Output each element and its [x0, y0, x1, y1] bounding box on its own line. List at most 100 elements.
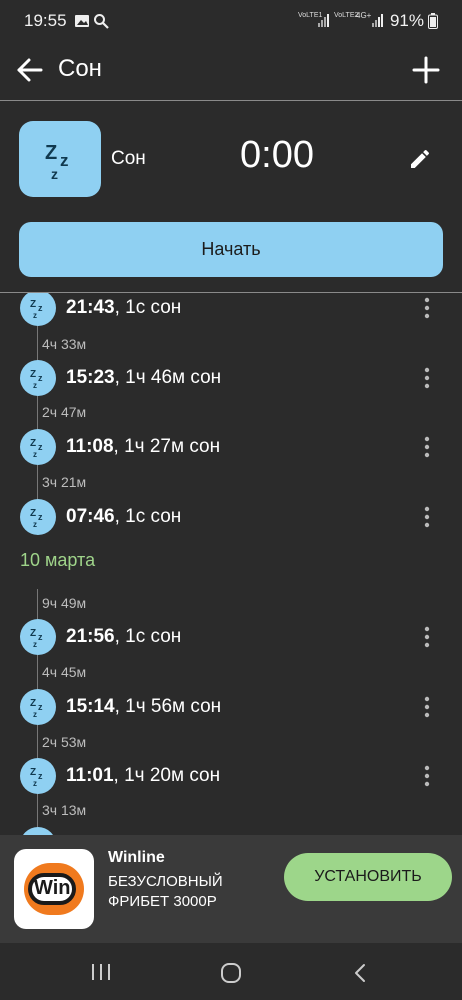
sleep-entry[interactable]: 15:14, 1ч 56м сон	[66, 696, 221, 718]
more-vert-icon[interactable]	[420, 696, 434, 718]
entry-time: 11:01	[66, 765, 114, 786]
svg-text:z: z	[38, 303, 43, 313]
more-vert-icon[interactable]	[420, 506, 434, 528]
ad-text: БЕЗУСЛОВНЫЙ ФРИБЕТ 3000Р	[108, 873, 223, 910]
entry-time: 21:43	[66, 297, 115, 318]
timer-display: 0:00	[240, 134, 314, 176]
entry-time: 15:14	[66, 696, 115, 717]
sleep-zzz-icon: Z z z	[30, 767, 43, 788]
svg-text:Z: Z	[30, 698, 36, 709]
gap-duration: 4ч 33м	[42, 336, 87, 352]
signal-icon	[372, 14, 383, 27]
header-divider	[0, 100, 462, 101]
activity-icon-card[interactable]: Z z z	[19, 121, 101, 197]
svg-text:z: z	[33, 381, 37, 390]
entry-duration: , 1с сон	[114, 506, 182, 527]
back-nav-icon[interactable]	[352, 963, 368, 983]
entry-duration: , 1с сон	[114, 626, 182, 647]
entry-time: 11:08	[66, 436, 114, 457]
gap-duration: 2ч 53м	[42, 734, 87, 750]
more-vert-icon[interactable]	[420, 367, 434, 389]
gap-duration: 4ч 45м	[42, 664, 87, 680]
sleep-zzz-icon: Z z z	[45, 142, 69, 182]
status-time: 19:55	[24, 11, 67, 30]
sleep-zzz-icon: Z z z	[30, 628, 43, 649]
gallery-notification-icon	[75, 15, 89, 27]
entry-time: 07:46	[66, 506, 115, 527]
gap-duration: 9ч 49м	[42, 595, 87, 611]
install-button[interactable]: УСТАНОВИТЬ	[284, 853, 452, 901]
sleep-entry-icon: Z z z	[20, 689, 56, 725]
entry-duration: , 1ч 46м сон	[114, 367, 222, 388]
sim2-indicator: VoLTE2	[334, 12, 359, 19]
status-bar: 19:55 VoLTE1 VoLTE2 4G+ 91%	[0, 0, 462, 42]
svg-text:z: z	[38, 442, 43, 452]
sleep-entry-icon	[20, 827, 56, 835]
svg-text:Z: Z	[45, 142, 57, 164]
sleep-zzz-icon: Z z z	[30, 438, 43, 459]
recent-apps-icon[interactable]	[90, 963, 112, 981]
svg-text:z: z	[33, 779, 37, 788]
gap-duration: 2ч 47м	[42, 404, 87, 420]
start-button[interactable]: Начать	[19, 222, 443, 277]
arrow-back-icon[interactable]	[14, 54, 46, 86]
svg-text:z: z	[33, 520, 37, 529]
battery-icon	[428, 13, 438, 29]
svg-text:z: z	[38, 771, 43, 781]
sleep-entry[interactable]: 11:01, 1ч 20м сон	[66, 765, 220, 787]
sleep-zzz-icon: Z z z	[30, 299, 43, 320]
svg-text:z: z	[51, 166, 58, 182]
app-bar: Сон	[0, 42, 462, 100]
ad-banner[interactable]: Win Winline БЕЗУСЛОВНЫЙ ФРИБЕТ 3000Р УСТ…	[0, 835, 462, 943]
winline-logo[interactable]: Win	[14, 849, 94, 929]
pencil-icon[interactable]	[408, 147, 432, 171]
svg-text:z: z	[38, 632, 43, 642]
svg-text:Z: Z	[30, 628, 36, 639]
gap-duration: 3ч 21м	[42, 474, 87, 490]
svg-text:z: z	[60, 151, 69, 170]
sleep-entry[interactable]: 21:56, 1с сон	[66, 626, 181, 648]
svg-text:Z: Z	[30, 508, 36, 519]
search-notification-icon	[94, 14, 109, 29]
signal-icon	[318, 14, 329, 27]
page-title: Сон	[58, 55, 102, 82]
sleep-entry[interactable]: 21:43, 1с сон	[66, 297, 181, 319]
svg-text:Z: Z	[30, 767, 36, 778]
sleep-zzz-icon: Z z z	[30, 369, 43, 390]
entry-duration: , 1с сон	[114, 297, 182, 318]
entry-duration: , 1ч 56м сон	[114, 696, 222, 717]
sleep-zzz-icon: Z z z	[30, 508, 43, 529]
sleep-entry[interactable]: 11:08, 1ч 27м сон	[66, 436, 220, 458]
svg-text:Z: Z	[30, 299, 36, 310]
svg-text:z: z	[38, 702, 43, 712]
more-vert-icon[interactable]	[420, 297, 434, 319]
sleep-entry[interactable]: 07:46, 1с сон	[66, 506, 181, 528]
system-nav-bar	[0, 943, 462, 1000]
sleep-entry[interactable]: 15:23, 1ч 46м сон	[66, 367, 221, 389]
start-button-label: Начать	[201, 239, 261, 259]
ad-brand: Winline	[108, 849, 165, 866]
entry-time: 21:56	[66, 626, 115, 647]
sleep-entry-icon: Z z z	[20, 429, 56, 465]
svg-text:z: z	[38, 373, 43, 383]
battery-level: 91%	[389, 11, 424, 30]
more-vert-icon[interactable]	[420, 765, 434, 787]
activity-name: Сон	[111, 148, 146, 169]
sleep-entry-icon: Z z z	[20, 293, 56, 326]
sleep-entry-icon: Z z z	[20, 758, 56, 794]
more-vert-icon[interactable]	[420, 436, 434, 458]
plus-icon[interactable]	[410, 54, 442, 86]
sleep-entry-icon: Z z z	[20, 499, 56, 535]
more-vert-icon[interactable]	[420, 626, 434, 648]
entry-time: 15:23	[66, 367, 115, 388]
sleep-timeline[interactable]: Z z z 21:43, 1с сон 4ч 33м Z z z 15:23, …	[0, 293, 462, 835]
gap-duration: 3ч 13м	[42, 802, 87, 818]
svg-text:z: z	[33, 640, 37, 649]
install-button-label: УСТАНОВИТЬ	[314, 868, 422, 885]
svg-text:z: z	[33, 710, 37, 719]
home-icon[interactable]	[220, 962, 242, 984]
entry-duration: , 1ч 27м сон	[113, 436, 221, 457]
logo-text: Win	[34, 877, 71, 899]
svg-text:z: z	[33, 450, 37, 459]
sleep-entry-icon: Z z z	[20, 360, 56, 396]
